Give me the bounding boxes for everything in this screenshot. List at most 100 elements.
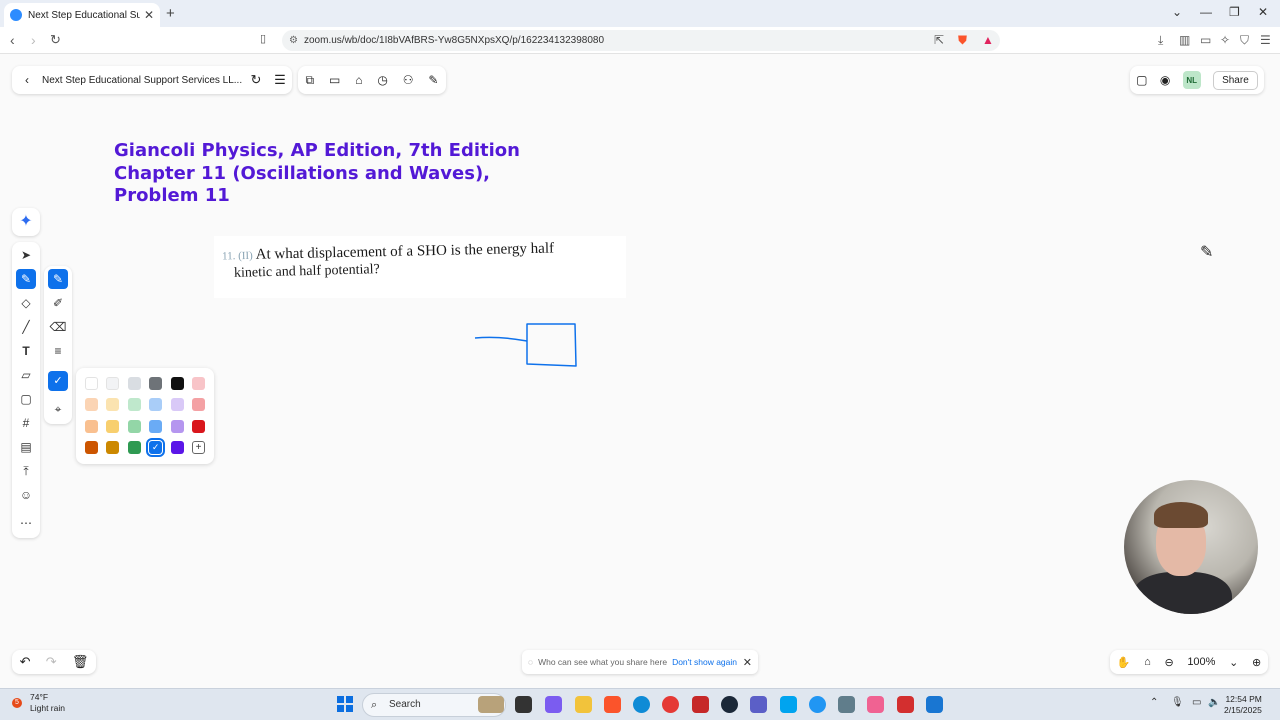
pen-icon[interactable]: ✎ xyxy=(48,269,68,289)
color-swatch[interactable] xyxy=(192,398,205,412)
color-swatch[interactable] xyxy=(170,398,184,412)
timer-icon[interactable]: ◷ xyxy=(377,73,387,87)
reload-icon[interactable]: ↻ xyxy=(50,32,61,48)
microphone-icon[interactable]: 🎙 xyxy=(1171,697,1184,708)
color-swatch[interactable] xyxy=(170,377,184,390)
select-tool-icon[interactable]: ➤ xyxy=(16,245,36,265)
pen-tool-icon[interactable]: ✎ xyxy=(16,269,36,289)
color-swatch[interactable] xyxy=(170,441,184,455)
back-icon[interactable]: ‹ xyxy=(10,32,15,48)
color-swatch[interactable] xyxy=(127,441,141,455)
ai-assistant-icon[interactable]: ✦ xyxy=(12,208,40,236)
bookmark-icon[interactable]: ▯ xyxy=(260,32,266,45)
app-icon-blue[interactable] xyxy=(809,696,826,713)
close-window-icon[interactable]: ✕ xyxy=(1258,5,1268,19)
upload-icon[interactable]: ⤒ xyxy=(16,461,36,481)
current-color-chip[interactable]: ✓ xyxy=(48,371,68,391)
color-swatch[interactable] xyxy=(106,419,120,433)
tray-chevron-icon[interactable]: ⌃ xyxy=(1150,697,1158,708)
apps-icon[interactable]: ⚇ xyxy=(403,73,414,87)
line-tool-icon[interactable]: ╱ xyxy=(16,317,36,337)
file-explorer-icon[interactable] xyxy=(575,696,592,713)
itunes-icon[interactable] xyxy=(867,696,884,713)
color-swatch[interactable] xyxy=(106,441,120,455)
vpn-icon[interactable]: ⛉ xyxy=(1240,33,1249,48)
calculator-icon[interactable] xyxy=(838,696,855,713)
color-swatch[interactable] xyxy=(85,441,98,455)
dont-show-again-link[interactable]: Don't show again xyxy=(672,657,737,667)
webcam-video[interactable] xyxy=(1124,480,1258,614)
share-button[interactable]: Share xyxy=(1213,70,1258,90)
hand-pan-icon[interactable]: ✋ xyxy=(1117,656,1131,669)
close-tab-icon[interactable]: ✕ xyxy=(144,8,154,22)
color-swatch[interactable] xyxy=(192,419,205,433)
sync-icon[interactable]: ↻ xyxy=(244,72,268,88)
leo-ai-icon[interactable]: ✧ xyxy=(1220,33,1230,47)
brave-shield-icon[interactable]: ⛊ xyxy=(958,33,967,48)
shapes-tool-icon[interactable]: ◇ xyxy=(16,293,36,313)
pages-icon[interactable]: ⧉ xyxy=(305,73,314,88)
windows-start-icon[interactable] xyxy=(337,696,353,712)
browser-tab[interactable]: Next Step Educational Support ✕ xyxy=(4,3,160,27)
color-swatch[interactable] xyxy=(85,377,98,390)
network-icon[interactable]: ▭ xyxy=(1192,697,1201,708)
color-swatch[interactable] xyxy=(85,419,98,433)
color-swatch[interactable] xyxy=(192,377,205,390)
color-swatch[interactable] xyxy=(127,419,141,433)
problem-statement-image[interactable]: 11. (II) At what displacement of a SHO i… xyxy=(214,236,626,298)
site-info-icon[interactable]: ⚙ xyxy=(289,30,298,51)
color-swatch[interactable] xyxy=(127,377,141,390)
color-swatch[interactable] xyxy=(85,398,98,412)
color-swatch[interactable] xyxy=(149,377,163,390)
comments-icon[interactable]: ▢ xyxy=(1136,73,1147,87)
color-swatch[interactable] xyxy=(106,377,120,390)
zoom-in-icon[interactable]: ⊕ xyxy=(1252,656,1261,669)
teams-icon[interactable] xyxy=(750,696,767,713)
minimize-icon[interactable]: — xyxy=(1200,5,1212,19)
steam-icon[interactable] xyxy=(721,696,738,713)
zoom-dropdown-icon[interactable]: ⌄ xyxy=(1229,656,1238,669)
acrobat-icon[interactable] xyxy=(897,696,914,713)
downloads-icon[interactable]: ⤓ xyxy=(1158,33,1163,48)
mass-spring-sketch[interactable] xyxy=(470,318,582,372)
user-avatar[interactable]: NL xyxy=(1182,71,1201,89)
emoji-icon[interactable]: ☺ xyxy=(16,485,36,505)
projector-icon[interactable]: ⌂ xyxy=(355,73,362,87)
undo-icon[interactable]: ↶ xyxy=(20,654,31,670)
stroke-width-icon[interactable]: ≡ xyxy=(48,341,68,361)
edge-browser-icon[interactable] xyxy=(633,696,650,713)
chrome-browser-icon[interactable] xyxy=(662,696,679,713)
brave-browser-icon[interactable] xyxy=(604,696,621,713)
back-arrow-icon[interactable]: ‹ xyxy=(12,73,42,87)
close-notice-icon[interactable]: ✕ xyxy=(743,656,752,669)
redo-icon[interactable]: ↷ xyxy=(46,654,57,670)
frame-tool-icon[interactable]: # xyxy=(16,413,36,433)
volume-icon[interactable]: 🔈 xyxy=(1208,697,1220,708)
color-swatch[interactable] xyxy=(149,419,163,433)
tab-search-chevron-icon[interactable]: ⌄ xyxy=(1172,5,1182,19)
wallet-icon[interactable]: ▭ xyxy=(1200,33,1211,47)
menu-icon[interactable]: ☰ xyxy=(1260,33,1271,47)
weather-widget[interactable]: 5 74°F Light rain xyxy=(12,692,65,714)
sticky-note-icon[interactable]: ▱ xyxy=(16,365,36,385)
zoom-out-icon[interactable]: ⊖ xyxy=(1164,656,1173,669)
table-tool-icon[interactable]: ▤ xyxy=(16,437,36,457)
maximize-icon[interactable]: ❐ xyxy=(1229,5,1240,19)
zoom-level[interactable]: 100% xyxy=(1187,656,1215,668)
visibility-icon[interactable]: ◉ xyxy=(1160,73,1170,87)
more-tools-icon[interactable]: ⋯ xyxy=(16,513,36,533)
color-swatch[interactable] xyxy=(106,398,120,412)
present-icon[interactable]: ▭ xyxy=(329,73,340,87)
system-clock[interactable]: 12:54 PM 2/15/2025 xyxy=(1224,694,1262,716)
snipping-tool-icon[interactable] xyxy=(780,696,797,713)
eraser-icon[interactable]: ⌫ xyxy=(48,317,68,337)
color-swatch[interactable] xyxy=(170,419,184,433)
pencil-icon[interactable]: ✐ xyxy=(48,293,68,313)
url-field[interactable]: ⚙ zoom.us/wb/doc/1I8bVAfBRS-Yw8G5NXpsXQ/… xyxy=(282,30,1000,51)
sidebar-icon[interactable]: ▥ xyxy=(1179,33,1190,47)
brave-rewards-icon[interactable]: ▲ xyxy=(982,33,994,47)
signature-icon[interactable]: ✎ xyxy=(428,73,438,87)
new-tab-icon[interactable]: + xyxy=(166,5,175,22)
document-title[interactable]: Next Step Educational Support Services L… xyxy=(42,75,244,86)
trash-icon[interactable]: 🗑 xyxy=(72,654,89,670)
